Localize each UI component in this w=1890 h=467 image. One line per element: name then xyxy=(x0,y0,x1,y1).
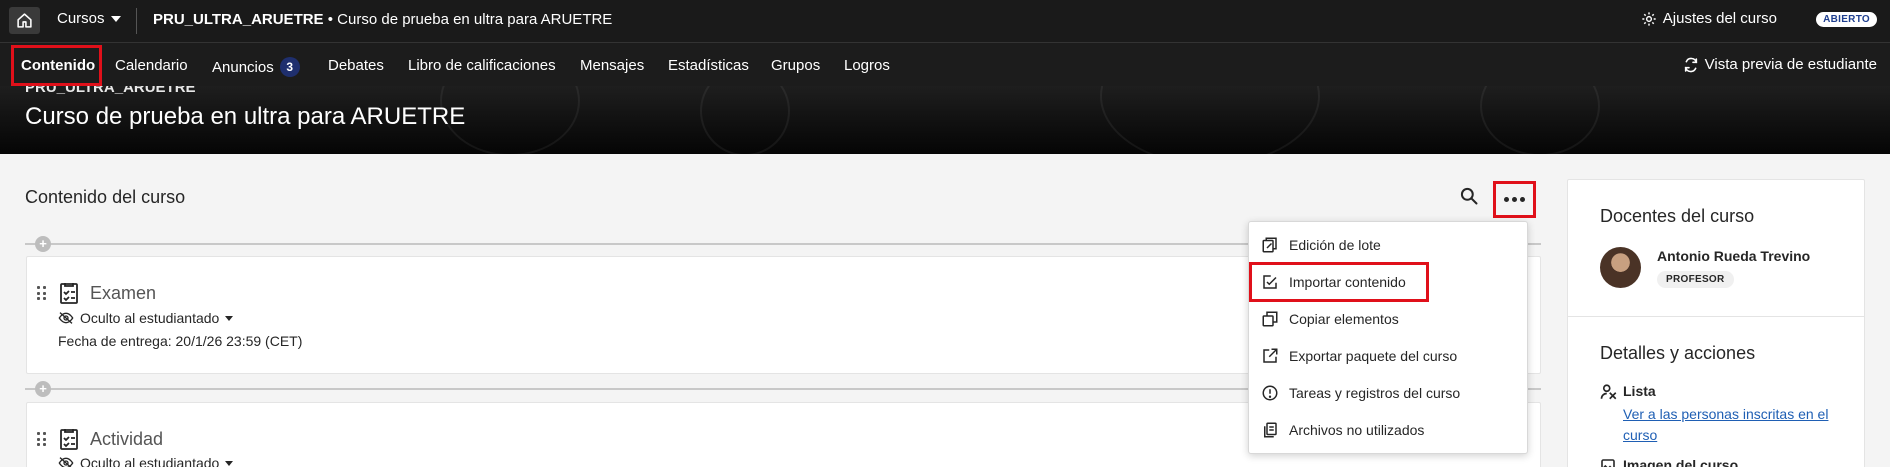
assignment-icon xyxy=(60,429,78,450)
breadcrumb-course-code: PRU_ULTRA_ARUETRE xyxy=(153,11,324,28)
count-badge: 3 xyxy=(279,57,300,77)
tab-debates[interactable]: Debates xyxy=(328,57,384,74)
roster-link[interactable]: Ver a las personas inscritas en el curso xyxy=(1623,404,1843,446)
divider xyxy=(1568,316,1864,317)
courses-menu[interactable]: Cursos xyxy=(57,10,121,27)
menu-item-label: Archivos no utilizados xyxy=(1289,422,1425,438)
copy-items-icon xyxy=(1262,311,1278,327)
tasks-logs-icon xyxy=(1262,385,1278,401)
banner-decoration xyxy=(1100,86,1320,154)
instructor-name[interactable]: Antonio Rueda Trevino xyxy=(1657,248,1810,264)
plus-icon[interactable]: + xyxy=(35,381,51,397)
tab-libro-de-calificaciones[interactable]: Libro de calificaciones xyxy=(408,57,556,74)
course-image-label[interactable]: Imagen del curso xyxy=(1623,457,1738,467)
status-badge: ABIERTO xyxy=(1816,12,1877,27)
more-dot xyxy=(1504,197,1509,202)
tab-mensajes[interactable]: Mensajes xyxy=(580,57,644,74)
banner-course-code: PRU_ULTRA_ARUETRE xyxy=(25,86,196,96)
visibility-dropdown[interactable]: Oculto al estudiantado xyxy=(58,455,234,467)
content-item-title[interactable]: Examen xyxy=(90,283,156,304)
image-icon xyxy=(1601,459,1615,467)
drag-handle-icon[interactable] xyxy=(37,286,47,301)
course-settings-label: Ajustes del curso xyxy=(1662,10,1777,27)
gear-icon xyxy=(1642,11,1656,26)
more-dot xyxy=(1512,197,1517,202)
tab-anuncios-label: Anuncios xyxy=(212,59,274,76)
test-icon xyxy=(60,283,78,304)
home-button[interactable] xyxy=(9,7,40,34)
course-nav: Contenido Calendario Anuncios 3 Debates L… xyxy=(0,42,1890,86)
highlight-box xyxy=(1249,262,1429,302)
more-options-menu: Edición de lote Importar contenido Copia… xyxy=(1248,221,1528,454)
drag-handle-icon[interactable] xyxy=(37,432,47,447)
banner-decoration xyxy=(1480,86,1600,154)
chevron-down-icon xyxy=(225,460,234,466)
search-icon xyxy=(1460,187,1478,205)
visibility-dropdown[interactable]: Oculto al estudiantado xyxy=(58,310,234,326)
hidden-eye-icon xyxy=(58,312,74,324)
banner-decoration xyxy=(700,86,790,154)
visibility-label: Oculto al estudiantado xyxy=(80,455,220,467)
content-section-title: Contenido del curso xyxy=(25,187,186,207)
active-tab-highlight xyxy=(11,45,102,86)
tab-anuncios[interactable]: Anuncios 3 xyxy=(212,57,300,77)
top-bar: Cursos PRU_ULTRA_ARUETRE • Curso de prue… xyxy=(0,0,1890,42)
course-banner: PRU_ULTRA_ARUETRE Curso de prueba en ult… xyxy=(0,86,1890,154)
student-preview-label: Vista previa de estudiante xyxy=(1704,56,1877,73)
roster-label: Lista xyxy=(1623,383,1656,399)
avatar[interactable] xyxy=(1600,247,1641,288)
menu-item-label: Edición de lote xyxy=(1289,237,1381,253)
content-item-title[interactable]: Actividad xyxy=(90,429,163,450)
visibility-label: Oculto al estudiantado xyxy=(80,310,220,326)
page-title: Curso de prueba en ultra para ARUETRE xyxy=(25,103,466,130)
hidden-eye-icon xyxy=(58,457,74,467)
more-options-button[interactable] xyxy=(1493,181,1536,218)
home-icon xyxy=(17,13,32,28)
batch-edit-icon xyxy=(1262,237,1277,253)
unused-files-icon xyxy=(1264,422,1277,438)
refresh-icon xyxy=(1684,57,1697,72)
tab-logros[interactable]: Logros xyxy=(844,57,890,74)
divider xyxy=(136,8,137,34)
menu-item-label: Tareas y registros del curso xyxy=(1289,385,1461,401)
courses-menu-label: Cursos xyxy=(57,10,105,27)
tab-calendario[interactable]: Calendario xyxy=(115,57,188,74)
instructors-title: Docentes del curso xyxy=(1600,206,1755,226)
menu-item-copy-items[interactable]: Copiar elementos xyxy=(1249,304,1527,334)
student-preview-button[interactable]: Vista previa de estudiante xyxy=(1683,56,1877,73)
role-badge: PROFESOR xyxy=(1657,271,1734,288)
search-button[interactable] xyxy=(1459,186,1481,208)
menu-item-batch-edit[interactable]: Edición de lote xyxy=(1249,230,1527,260)
chevron-down-icon xyxy=(225,315,234,321)
more-dot xyxy=(1520,197,1525,202)
breadcrumb-separator: • xyxy=(323,11,338,28)
breadcrumb-course-name: Curso de prueba en ultra para ARUETRE xyxy=(337,11,613,28)
tab-grupos[interactable]: Grupos xyxy=(771,57,820,74)
chevron-down-icon xyxy=(110,15,121,22)
menu-item-unused-files[interactable]: Archivos no utilizados xyxy=(1249,415,1527,445)
menu-item-export-package[interactable]: Exportar paquete del curso xyxy=(1249,341,1527,371)
course-side-panel: Docentes del curso Antonio Rueda Trevino… xyxy=(1567,179,1865,467)
people-icon xyxy=(1600,384,1617,400)
menu-item-label: Copiar elementos xyxy=(1289,311,1399,327)
menu-item-label: Exportar paquete del curso xyxy=(1289,348,1458,364)
menu-item-tasks-logs[interactable]: Tareas y registros del curso xyxy=(1249,378,1527,408)
plus-icon[interactable]: + xyxy=(35,236,51,252)
tab-estadisticas[interactable]: Estadísticas xyxy=(668,57,749,74)
due-date: Fecha de entrega: 20/1/26 23:59 (CET) xyxy=(58,333,303,349)
export-package-icon xyxy=(1263,348,1278,363)
course-settings-button[interactable]: Ajustes del curso xyxy=(1641,10,1777,27)
details-title: Detalles y acciones xyxy=(1600,343,1756,363)
breadcrumb: PRU_ULTRA_ARUETRE • Curso de prueba en u… xyxy=(153,11,612,28)
